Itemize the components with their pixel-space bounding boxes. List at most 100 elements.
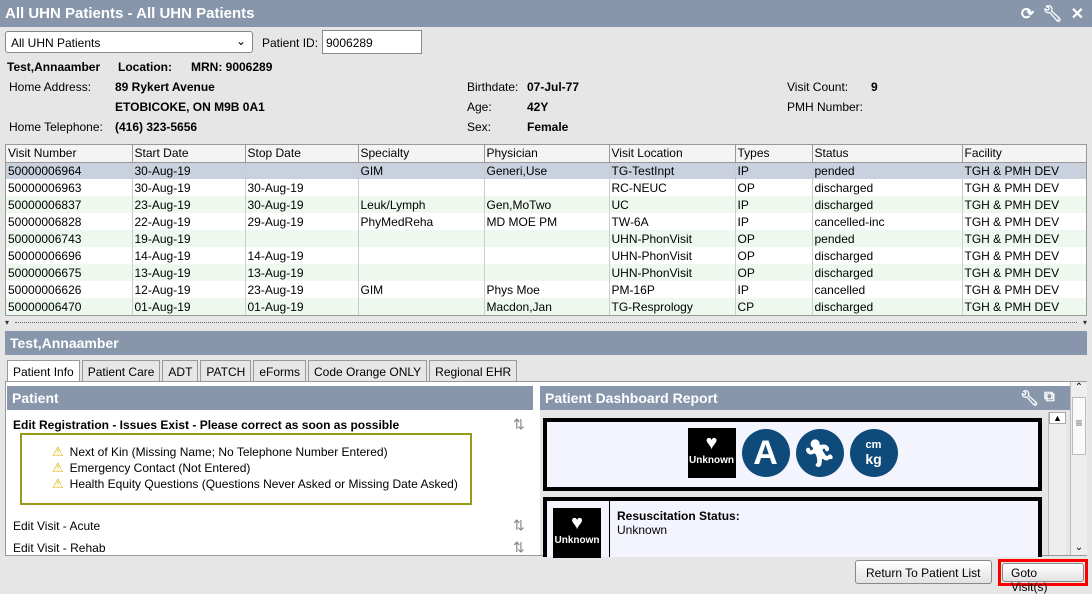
tab-adt[interactable]: ADT: [162, 360, 199, 381]
telephone: (416) 323-5656: [115, 120, 198, 134]
table-cell: UHN-PhonVisit: [609, 247, 736, 264]
table-row[interactable]: 50000006837 23-Aug-19 30-Aug-19 Leuk/Lymph G…: [6, 196, 1086, 213]
mrn: MRN: 9006289: [191, 60, 273, 74]
column-header[interactable]: Facility: [962, 145, 1086, 163]
table-cell: MD MOE PM: [484, 213, 610, 230]
popout-icon[interactable]: ⧉: [1044, 388, 1055, 405]
table-cell: TGH & PMH DEV: [962, 162, 1086, 179]
table-cell: GIM: [358, 162, 485, 179]
table-row[interactable]: 50000006743 19-Aug-19 UHN-PhonVisit OP pende…: [6, 230, 1086, 247]
table-cell: TGH & PMH DEV: [962, 179, 1086, 196]
warning-text: Health Equity Questions (Questions Never…: [69, 476, 458, 491]
table-cell: 23-Aug-19: [132, 196, 246, 213]
column-header[interactable]: Stop Date: [245, 145, 359, 163]
table-cell: discharged: [812, 247, 963, 264]
outer-scrollbar[interactable]: ⌃ ≡ ⌄: [1070, 382, 1087, 555]
scroll-up-icon[interactable]: ⌃: [1071, 382, 1087, 393]
column-header[interactable]: Status: [812, 145, 963, 163]
table-cell: discharged: [812, 179, 963, 196]
column-header[interactable]: Types: [735, 145, 813, 163]
table-cell: 30-Aug-19: [132, 179, 246, 196]
allergy-icon: A: [741, 429, 790, 477]
table-row[interactable]: 50000006470 01-Aug-19 01-Aug-19 Macdon,Jan T…: [6, 298, 1086, 315]
splitter-handle[interactable]: ▾ ▾: [5, 318, 1087, 328]
table-cell: TW-6A: [609, 213, 736, 230]
home-address-label: Home Address:: [9, 80, 92, 94]
table-cell: TGH & PMH DEV: [962, 264, 1086, 281]
refresh-icon[interactable]: ⇅: [513, 416, 525, 433]
refresh-icon[interactable]: ⇅: [513, 539, 525, 556]
edit-registration-link[interactable]: Edit Registration - Issues Exist - Pleas…: [13, 418, 399, 432]
table-cell: UC: [609, 196, 736, 213]
scroll-down-icon[interactable]: ⌄: [1071, 542, 1087, 553]
tab-patient-care[interactable]: Patient Care: [81, 360, 161, 381]
table-row[interactable]: 50000006828 22-Aug-19 29-Aug-19 PhyMedReha M…: [6, 213, 1086, 230]
dashboard-panel: Patient Dashboard Report: [540, 386, 1070, 410]
edit-visit-acute-link[interactable]: Edit Visit - Acute: [13, 519, 100, 533]
table-cell: Generi,Use: [484, 162, 610, 179]
table-row[interactable]: 50000006675 13-Aug-19 13-Aug-19 UHN-PhonVis…: [6, 264, 1086, 281]
chevron-down-icon: ⌄: [235, 34, 246, 48]
sex-label: Sex:: [467, 120, 492, 134]
column-header[interactable]: Visit Number: [6, 145, 133, 163]
column-header[interactable]: Specialty: [358, 145, 485, 163]
table-cell: TGH & PMH DEV: [962, 213, 1086, 230]
sex: Female: [527, 120, 569, 134]
height-weight-icon: cm kg: [849, 429, 898, 477]
tab-code-orange-only[interactable]: Code Orange ONLY: [307, 360, 428, 381]
table-row[interactable]: 50000006626 12-Aug-19 23-Aug-19 GIM Phys Moe…: [6, 281, 1086, 298]
patient-id-input[interactable]: 9006289: [322, 30, 422, 54]
visits-table: Visit Number Start Date Stop Date Specialty…: [5, 144, 1087, 316]
return-to-patient-list-button[interactable]: Return To Patient List: [855, 560, 992, 584]
table-cell: [358, 264, 485, 281]
table-cell: [245, 230, 359, 247]
patient-panel-title: Patient: [7, 386, 533, 410]
column-header[interactable]: Start Date: [132, 145, 246, 163]
table-cell: [358, 247, 485, 264]
refresh-icon[interactable]: ⟳: [1021, 4, 1034, 24]
tab-patch[interactable]: PATCH: [200, 360, 252, 381]
patient-list-select[interactable]: All UHN Patients ⌄: [5, 31, 253, 53]
tab-regional-ehr[interactable]: Regional EHR: [429, 360, 518, 381]
visit-count: 9: [871, 80, 878, 94]
column-header[interactable]: Visit Location: [609, 145, 736, 163]
patient-list-value: All UHN Patients: [11, 36, 101, 50]
table-cell: 13-Aug-19: [132, 264, 246, 281]
table-cell: OP: [735, 230, 813, 247]
address-line2: ETOBICOKE, ON M9B 0A1: [115, 100, 265, 114]
warning-icon: ⚠: [52, 459, 64, 475]
table-cell: TG-TestInpt: [609, 162, 736, 179]
wrench-icon[interactable]: 🔧︎: [1020, 389, 1039, 407]
tab-patient-info[interactable]: Patient Info: [7, 360, 80, 381]
dashboard-title: Patient Dashboard Report: [540, 386, 1070, 410]
edit-visit-rehab-link[interactable]: Edit Visit - Rehab: [13, 541, 106, 555]
table-cell: 14-Aug-19: [245, 247, 359, 264]
table-cell: IP: [735, 213, 813, 230]
tab-eforms[interactable]: eForms: [253, 360, 306, 381]
tab-bar: Patient Info Patient Care ADT PATCH eForms Co…: [7, 360, 518, 381]
fall-risk-icon: 🏃︎: [795, 429, 844, 477]
refresh-icon[interactable]: ⇅: [513, 517, 525, 534]
scroll-thumb[interactable]: ≡: [1072, 397, 1086, 455]
table-row[interactable]: 50000006964 30-Aug-19 GIM Generi,Use TG-Test…: [6, 162, 1086, 179]
resuscitation-label: Resuscitation Status:: [617, 509, 740, 523]
close-icon[interactable]: ✕: [1071, 4, 1084, 24]
visit-count-label: Visit Count:: [787, 80, 849, 94]
table-row[interactable]: 50000006963 30-Aug-19 30-Aug-19 RC-NEUC OP di…: [6, 179, 1086, 196]
table-cell: PhyMedReha: [358, 213, 485, 230]
goto-visits-button[interactable]: Goto Visit(s): [1002, 563, 1084, 594]
table-cell: UHN-PhonVisit: [609, 230, 736, 247]
warning-item: ⚠ Health Equity Questions (Questions Neve…: [52, 476, 470, 491]
wrench-icon[interactable]: 🔧︎: [1042, 4, 1062, 24]
warning-text: Next of Kin (Missing Name; No Telephone …: [69, 444, 388, 459]
column-header[interactable]: Physician: [484, 145, 610, 163]
table-cell: Gen,MoTwo: [484, 196, 610, 213]
table-cell: 22-Aug-19: [132, 213, 246, 230]
patient-name: Test,Annaamber: [7, 60, 101, 74]
table-cell: IP: [735, 162, 813, 179]
table-cell: [245, 162, 359, 179]
registration-warnings: ⚠ Next of Kin (Missing Name; No Telephone…: [20, 433, 472, 505]
table-cell: 50000006626: [6, 281, 133, 298]
table-row[interactable]: 50000006696 14-Aug-19 14-Aug-19 UHN-PhonVis…: [6, 247, 1086, 264]
dashboard-scrollbar[interactable]: ▲: [1048, 412, 1066, 555]
